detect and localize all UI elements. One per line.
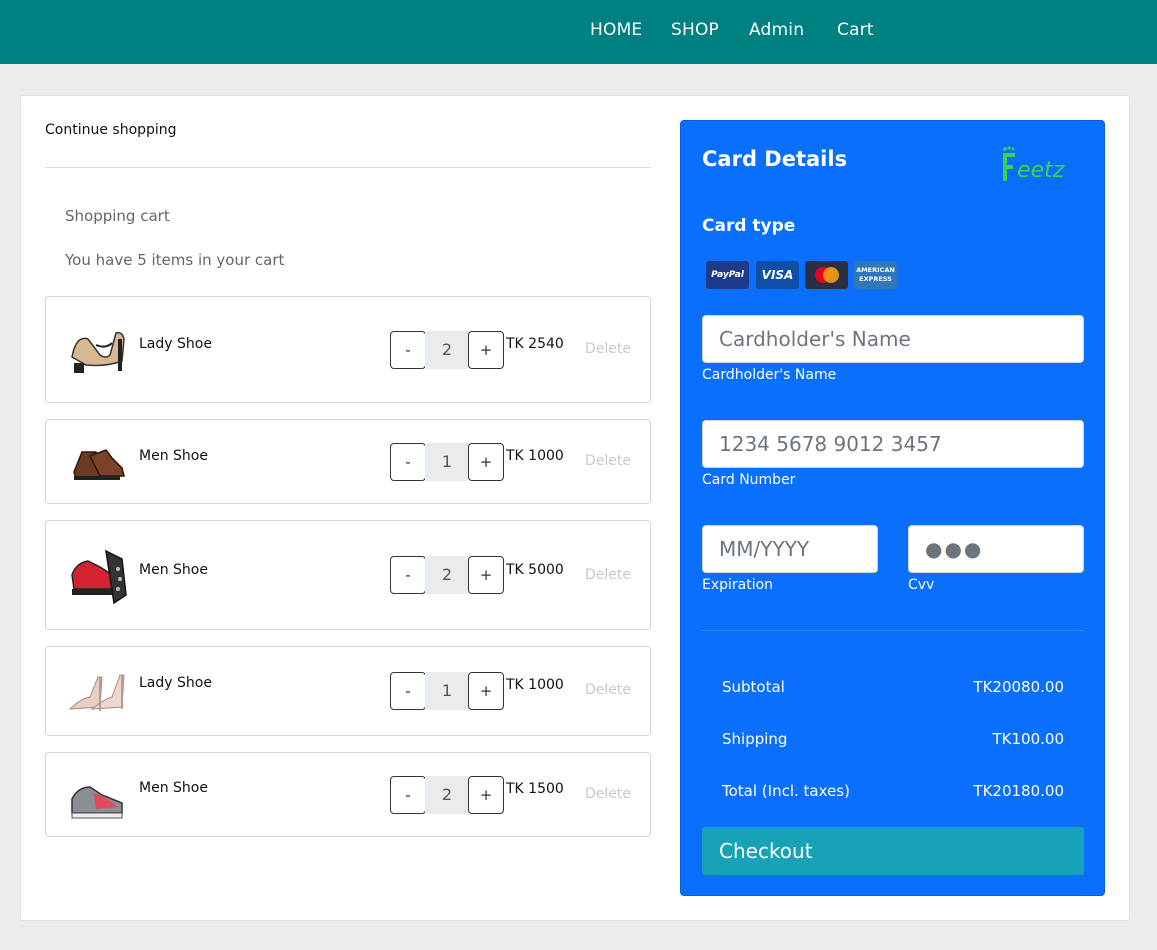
- quantity-value[interactable]: 2: [425, 556, 469, 594]
- quantity-value[interactable]: 1: [425, 443, 469, 481]
- item-price: TK 1000: [506, 677, 564, 693]
- checkout-button[interactable]: Checkout: [702, 827, 1084, 875]
- cart-item: Men Shoe - 2 + TK 5000 Delete: [45, 520, 651, 630]
- delete-item-button[interactable]: Delete: [585, 682, 631, 698]
- cart-item: Lady Shoe - 2 + TK 2540 Delete: [45, 296, 651, 403]
- expiration-label: Expiration: [702, 577, 774, 593]
- grey-red-sneaker-image: [71, 786, 123, 819]
- divider: [702, 630, 1084, 631]
- shipping-value: TK100.00: [992, 730, 1064, 748]
- item-price: TK 1500: [506, 781, 564, 797]
- cardholder-name-input[interactable]: Cardholder's Name: [702, 315, 1084, 363]
- card-number-label: Card Number: [702, 472, 796, 488]
- cart-title: Shopping cart: [65, 207, 170, 225]
- cart-item-count: You have 5 items in your cart: [65, 251, 285, 269]
- decrease-quantity-button[interactable]: -: [390, 672, 426, 710]
- cart-item: Lady Shoe - 1 + TK 1000 Delete: [45, 646, 651, 736]
- divider: [45, 167, 651, 168]
- delete-item-button[interactable]: Delete: [585, 567, 631, 583]
- beige-platform-heel-image: [71, 331, 125, 373]
- feetz-logo: eetz: [1003, 146, 1065, 183]
- cardholder-name-label: Cardholder's Name: [702, 367, 837, 383]
- total-value: TK20180.00: [973, 782, 1064, 800]
- increase-quantity-button[interactable]: +: [468, 331, 504, 369]
- increase-quantity-button[interactable]: +: [468, 672, 504, 710]
- logo-text: eetz: [1017, 158, 1065, 183]
- quantity-value[interactable]: 2: [425, 331, 469, 369]
- decrease-quantity-button[interactable]: -: [390, 331, 426, 369]
- decrease-quantity-button[interactable]: -: [390, 556, 426, 594]
- nav-cart-link[interactable]: Cart: [837, 20, 874, 40]
- subtotal-label: Subtotal: [722, 678, 785, 696]
- card-details-title: Card Details: [702, 147, 848, 171]
- quantity-stepper: - 2 +: [390, 776, 506, 814]
- brown-leather-boot-image: [73, 449, 125, 480]
- nav-admin-link[interactable]: Admin: [749, 20, 804, 40]
- cvv-input[interactable]: ●●●: [908, 525, 1084, 573]
- expiration-input[interactable]: MM/YYYY: [702, 525, 878, 573]
- nav-home-link[interactable]: HOME: [590, 20, 642, 40]
- card-details-panel: Card Details eetz Card type PayPal VISA …: [680, 120, 1105, 896]
- top-navbar: HOME SHOP Admin Cart: [0, 0, 1157, 64]
- item-name: Men Shoe: [139, 448, 208, 464]
- delete-item-button[interactable]: Delete: [585, 786, 631, 802]
- continue-shopping-link[interactable]: Continue shopping: [45, 122, 177, 138]
- increase-quantity-button[interactable]: +: [468, 776, 504, 814]
- decrease-quantity-button[interactable]: -: [390, 443, 426, 481]
- quantity-value[interactable]: 1: [425, 672, 469, 710]
- amex-card-icon[interactable]: AMERICAN EXPRESS: [854, 261, 897, 289]
- nude-stiletto-image: [68, 674, 125, 711]
- visa-card-icon[interactable]: VISA: [756, 261, 799, 289]
- quantity-stepper: - 1 +: [390, 672, 506, 710]
- card-number-input[interactable]: 1234 5678 9012 3457: [702, 420, 1084, 468]
- nav-shop-link[interactable]: SHOP: [671, 20, 719, 40]
- item-price: TK 1000: [506, 448, 564, 464]
- red-sneaker-image: [71, 549, 127, 605]
- item-name: Lady Shoe: [139, 336, 212, 352]
- quantity-stepper: - 2 +: [390, 556, 506, 594]
- increase-quantity-button[interactable]: +: [468, 556, 504, 594]
- quantity-value[interactable]: 2: [425, 776, 469, 814]
- cart-panel: Continue shopping Shopping cart You have…: [20, 95, 1130, 921]
- subtotal-value: TK20080.00: [973, 678, 1064, 696]
- increase-quantity-button[interactable]: +: [468, 443, 504, 481]
- mastercard-card-icon[interactable]: [805, 261, 848, 289]
- total-label: Total (Incl. taxes): [722, 782, 850, 800]
- card-type-label: Card type: [702, 216, 796, 236]
- cvv-label: Cvv: [908, 577, 935, 593]
- paypal-card-icon[interactable]: PayPal: [706, 261, 749, 289]
- quantity-stepper: - 1 +: [390, 443, 506, 481]
- cart-item: Men Shoe - 1 + TK 1000 Delete: [45, 419, 651, 504]
- delete-item-button[interactable]: Delete: [585, 341, 631, 357]
- mastercard-logo-icon: [814, 267, 839, 283]
- cart-item: Men Shoe - 2 + TK 1500 Delete: [45, 752, 651, 837]
- decrease-quantity-button[interactable]: -: [390, 776, 426, 814]
- shipping-label: Shipping: [722, 730, 788, 748]
- item-price: TK 5000: [506, 562, 564, 578]
- quantity-stepper: - 2 +: [390, 331, 506, 369]
- item-name: Lady Shoe: [139, 675, 212, 691]
- item-name: Men Shoe: [139, 780, 208, 796]
- item-price: TK 2540: [506, 336, 564, 352]
- delete-item-button[interactable]: Delete: [585, 453, 631, 469]
- item-name: Men Shoe: [139, 562, 208, 578]
